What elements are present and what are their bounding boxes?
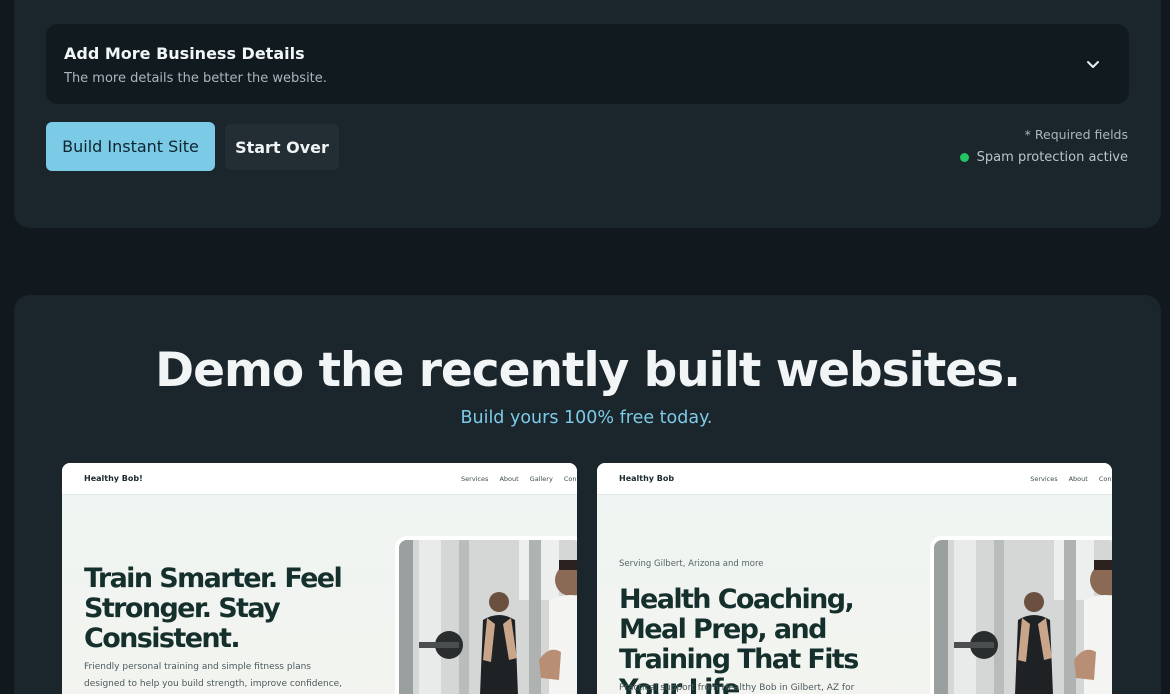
preview-hero-photo — [395, 536, 577, 694]
preview-nav-links: Services About Gallery Conta — [461, 475, 577, 483]
demo-heading: Demo the recently built websites. — [155, 343, 1021, 398]
build-instant-site-button[interactable]: Build Instant Site — [46, 122, 215, 171]
preview-headline: Health Coaching, Meal Prep, and Training… — [619, 584, 859, 694]
chevron-down-icon[interactable] — [1085, 56, 1101, 72]
preview-nav-links: Services About Conta — [1030, 475, 1112, 483]
preview-nav-link: About — [499, 475, 519, 483]
preview-body: Practical support from Healthy Bob in Gi… — [619, 683, 855, 693]
preview-headline: Train Smarter. Feel Stronger. Stay Consi… — [84, 563, 343, 654]
preview-brand: Healthy Bob! — [84, 474, 143, 483]
preview-eyebrow: Serving Gilbert, Arizona and more — [619, 559, 764, 569]
spam-status-label: Spam protection active — [976, 150, 1128, 165]
demo-subheading: Build yours 100% free today. — [460, 408, 713, 428]
preview-nav-link: Services — [1030, 475, 1058, 483]
website-preview-1[interactable]: Healthy Bob! Services About Gallery Con t… — [62, 463, 577, 694]
status-dot-icon — [959, 153, 969, 162]
preview-nav-link: Gallery — [529, 475, 553, 483]
preview-nav: Healthy Bob Services About Conta — [597, 463, 1112, 495]
details-title: Add More Business Details — [64, 44, 305, 63]
details-subtitle: The more details the better the website. — [64, 71, 327, 86]
preview-nav-link: Services — [461, 475, 489, 483]
preview-nav-link: About — [1068, 475, 1088, 483]
preview-nav: Healthy Bob! Services About Gallery Cont… — [62, 463, 577, 495]
preview-brand: Healthy Bob — [619, 474, 675, 483]
required-fields-note: * Required fields — [1024, 127, 1128, 142]
gym-photo-illustration — [934, 540, 1112, 694]
gym-photo-illustration — [399, 540, 577, 694]
add-business-details-accordion[interactable]: Add More Business Details The more detai… — [46, 24, 1129, 104]
website-preview-2[interactable]: Healthy Bob Services About Conta Serving… — [597, 463, 1112, 694]
preview-body: Friendly personal training and simple fi… — [84, 662, 343, 689]
spam-protection-status: Spam protection active — [959, 150, 1128, 165]
start-over-button[interactable]: Start Over — [225, 124, 339, 170]
preview-nav-link: Conta — [1098, 475, 1112, 483]
preview-hero-photo — [930, 536, 1112, 694]
preview-nav-link: Conta — [563, 475, 577, 483]
